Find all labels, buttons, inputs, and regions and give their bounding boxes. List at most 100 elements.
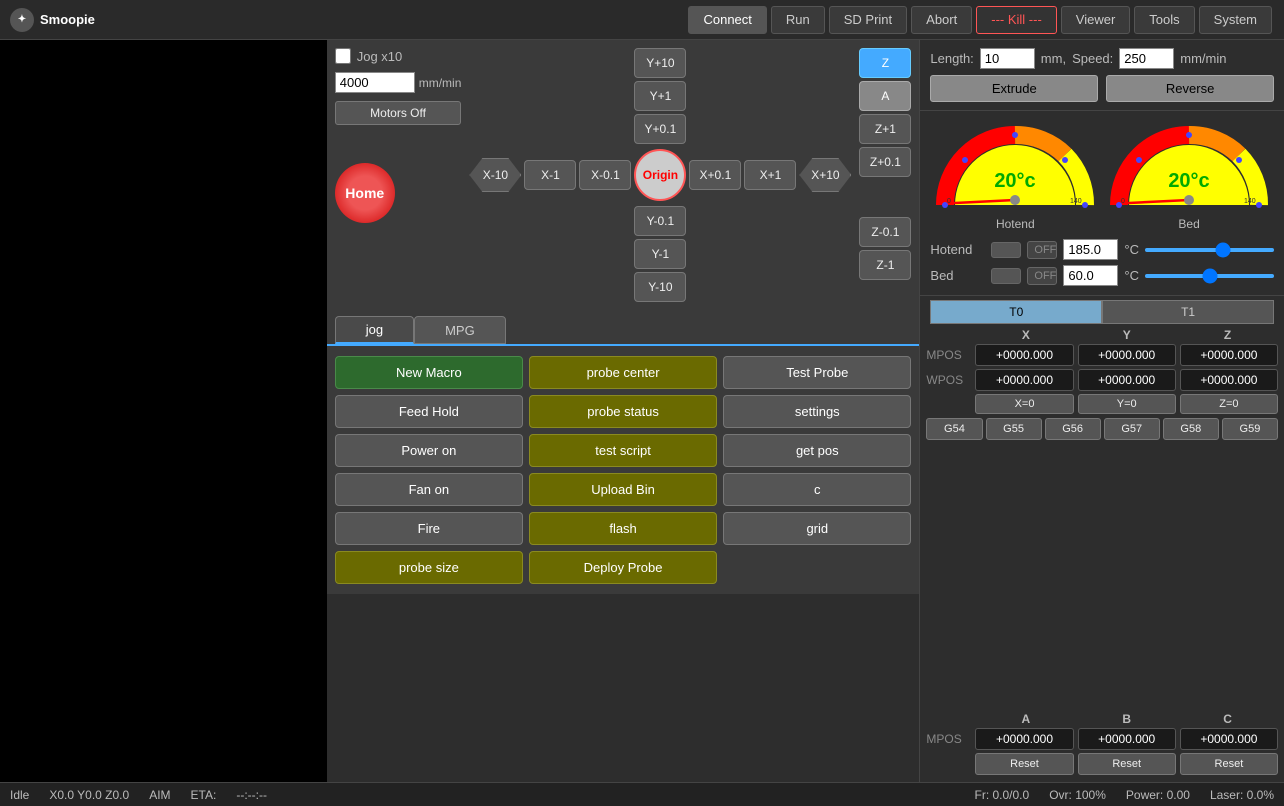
z-plus-1-button[interactable]: Z+1 — [859, 114, 911, 144]
z-jog-column: Z A Z+1 Z+0.1 Z-0.1 Z-1 — [859, 48, 911, 280]
kill-button[interactable]: --- Kill --- — [976, 6, 1057, 34]
z-zero-button[interactable]: Z=0 — [1180, 394, 1278, 414]
length-unit: mm, — [1041, 51, 1066, 66]
a-reset-button[interactable]: Reset — [975, 753, 1073, 775]
connect-button[interactable]: Connect — [688, 6, 766, 34]
hotend-temp-label: Hotend — [930, 242, 985, 257]
x-plus-01-button[interactable]: X+0.1 — [689, 160, 741, 190]
macro-power-on[interactable]: Power on — [335, 434, 523, 467]
z-label-button[interactable]: Z — [859, 48, 911, 78]
bed-indicator — [991, 268, 1021, 284]
y-minus-1-button[interactable]: Y-1 — [634, 239, 686, 269]
hotend-gauge-svg: 20°c 0 140 — [935, 115, 1095, 215]
motors-off-button[interactable]: Motors Off — [335, 101, 462, 125]
macro-deploy-probe[interactable]: Deploy Probe — [529, 551, 717, 584]
mpos-row: MPOS +0000.000 +0000.000 +0000.000 — [926, 344, 1278, 366]
hotend-unit: °C — [1124, 242, 1139, 257]
run-button[interactable]: Run — [771, 6, 825, 34]
macro-feed-hold[interactable]: Feed Hold — [335, 395, 523, 428]
g55-button[interactable]: G55 — [986, 418, 1042, 440]
a-label-button[interactable]: A — [859, 81, 911, 111]
status-laser: Laser: 0.0% — [1210, 788, 1274, 802]
x-plus-10-button[interactable]: X+10 — [799, 158, 851, 192]
wpos-x-value: +0000.000 — [975, 369, 1073, 391]
hotend-toggle[interactable]: OFF — [1027, 241, 1057, 259]
macro-grid[interactable]: grid — [723, 512, 911, 545]
y-plus-01-button[interactable]: Y+0.1 — [634, 114, 686, 144]
bed-slider[interactable] — [1145, 274, 1274, 278]
g-offset-row: G54 G55 G56 G57 G58 G59 — [926, 418, 1278, 440]
y-plus-1-button[interactable]: Y+1 — [634, 81, 686, 111]
tools-button[interactable]: Tools — [1134, 6, 1194, 34]
hotend-gauge: 20°c 0 140 Hotend — [930, 115, 1100, 231]
extrude-button[interactable]: Extrude — [930, 75, 1098, 102]
x-minus-01-button[interactable]: X-0.1 — [579, 160, 631, 190]
z-minus-1-button[interactable]: Z-1 — [859, 250, 911, 280]
g56-button[interactable]: G56 — [1045, 418, 1101, 440]
macro-upload-bin[interactable]: Upload Bin — [529, 473, 717, 506]
mpg-tab[interactable]: MPG — [414, 316, 506, 344]
hotend-slider[interactable] — [1145, 248, 1274, 252]
wpos-y-value: +0000.000 — [1078, 369, 1176, 391]
svg-text:0: 0 — [1121, 198, 1125, 205]
macro-probe-center[interactable]: probe center — [529, 356, 717, 389]
y-col-header: Y — [1078, 328, 1175, 342]
macro-probe-size[interactable]: probe size — [335, 551, 523, 584]
z-minus-01-button[interactable]: Z-0.1 — [859, 217, 911, 247]
t0-tab[interactable]: T0 — [930, 300, 1102, 324]
g59-button[interactable]: G59 — [1222, 418, 1278, 440]
x-minus-1-button[interactable]: X-1 — [524, 160, 576, 190]
macro-flash[interactable]: flash — [529, 512, 717, 545]
origin-button[interactable]: Origin — [634, 149, 686, 201]
z-plus-01-button[interactable]: Z+0.1 — [859, 147, 911, 177]
bed-target-input[interactable]: 60.0 — [1063, 265, 1118, 286]
reverse-button[interactable]: Reverse — [1106, 75, 1274, 102]
t1-tab[interactable]: T1 — [1102, 300, 1274, 324]
b-reset-button[interactable]: Reset — [1078, 753, 1176, 775]
status-pos: X0.0 Y0.0 Z0.0 — [49, 788, 129, 802]
hotend-target-input[interactable]: 185.0 — [1063, 239, 1118, 260]
b-col-header: B — [1078, 712, 1175, 726]
x-minus-10-button[interactable]: X-10 — [469, 158, 521, 192]
system-button[interactable]: System — [1199, 6, 1272, 34]
length-input[interactable]: 10 — [980, 48, 1035, 69]
center-panel: Jog x10 4000 mm/min Motors Off Home Y+10… — [327, 40, 920, 782]
speed-input[interactable]: 250 — [1119, 48, 1174, 69]
macro-probe-status[interactable]: probe status — [529, 395, 717, 428]
macro-fire[interactable]: Fire — [335, 512, 523, 545]
y-zero-button[interactable]: Y=0 — [1078, 394, 1176, 414]
g58-button[interactable]: G58 — [1163, 418, 1219, 440]
app-logo: ✦ Smoopie — [10, 8, 95, 32]
y-minus-01-button[interactable]: Y-0.1 — [634, 206, 686, 236]
g54-button[interactable]: G54 — [926, 418, 982, 440]
abort-button[interactable]: Abort — [911, 6, 972, 34]
abc-mpos-row: MPOS +0000.000 +0000.000 +0000.000 — [926, 728, 1278, 750]
app-title: Smoopie — [40, 12, 95, 27]
x-zero-button[interactable]: X=0 — [975, 394, 1073, 414]
top-navigation: ✦ Smoopie Connect Run SD Print Abort ---… — [0, 0, 1284, 40]
jog-x10-checkbox[interactable] — [335, 48, 351, 64]
home-button[interactable]: Home — [335, 163, 395, 223]
jog-area: Jog x10 4000 mm/min Motors Off Home Y+10… — [327, 40, 920, 310]
macro-get-pos[interactable]: get pos — [723, 434, 911, 467]
jog-x10-label: Jog x10 — [357, 49, 403, 64]
sd-print-button[interactable]: SD Print — [829, 6, 907, 34]
c-reset-button[interactable]: Reset — [1180, 753, 1278, 775]
extrude-section: Length: 10 mm, Speed: 250 mm/min Extrude… — [920, 40, 1284, 111]
macro-new-macro[interactable]: New Macro — [335, 356, 523, 389]
macro-c[interactable]: c — [723, 473, 911, 506]
macro-fan-on[interactable]: Fan on — [335, 473, 523, 506]
y-minus-10-button[interactable]: Y-10 — [634, 272, 686, 302]
blank-header — [928, 328, 973, 342]
viewer-button[interactable]: Viewer — [1061, 6, 1131, 34]
jog-speed-input[interactable]: 4000 — [335, 72, 415, 93]
macro-test-script[interactable]: test script — [529, 434, 717, 467]
macro-settings[interactable]: settings — [723, 395, 911, 428]
status-eta-value: --:--:-- — [236, 788, 267, 802]
g57-button[interactable]: G57 — [1104, 418, 1160, 440]
macro-test-probe[interactable]: Test Probe — [723, 356, 911, 389]
bed-toggle[interactable]: OFF — [1027, 267, 1057, 285]
jog-tab[interactable]: jog — [335, 316, 414, 344]
y-plus-10-button[interactable]: Y+10 — [634, 48, 686, 78]
x-plus-1-button[interactable]: X+1 — [744, 160, 796, 190]
